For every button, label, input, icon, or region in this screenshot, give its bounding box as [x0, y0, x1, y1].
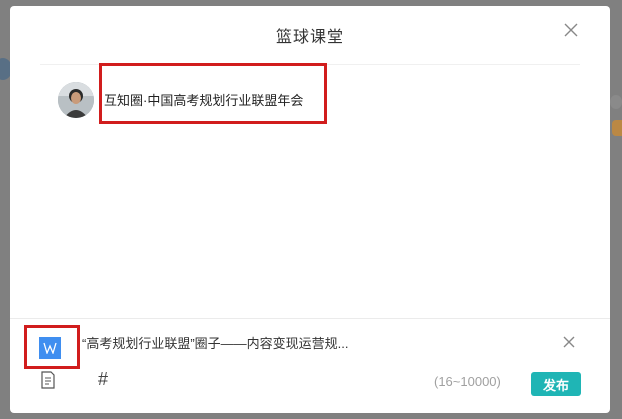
post-dialog: 篮球课堂 互知圈·中国高考规划行业联盟年会 “高考规划行业联盟”圈子——内容变现… — [10, 6, 610, 413]
footer-divider — [10, 318, 610, 319]
background-icon-fragment — [610, 95, 622, 109]
remove-attachment-icon[interactable] — [562, 335, 576, 349]
document-icon[interactable] — [40, 371, 56, 389]
hashtag-icon[interactable]: # — [98, 370, 108, 388]
avatar — [58, 82, 94, 118]
avatar-photo — [58, 82, 94, 118]
close-icon[interactable] — [563, 22, 579, 38]
publish-button[interactable]: 发布 — [531, 372, 581, 396]
character-count: (16~10000) — [434, 374, 501, 389]
background-badge-fragment — [612, 120, 622, 136]
highlight-box — [99, 63, 327, 124]
dialog-title: 篮球课堂 — [275, 29, 344, 46]
attachment-title[interactable]: “高考规划行业联盟”圈子——内容变现运营规... — [82, 333, 349, 352]
highlight-box — [24, 325, 80, 369]
